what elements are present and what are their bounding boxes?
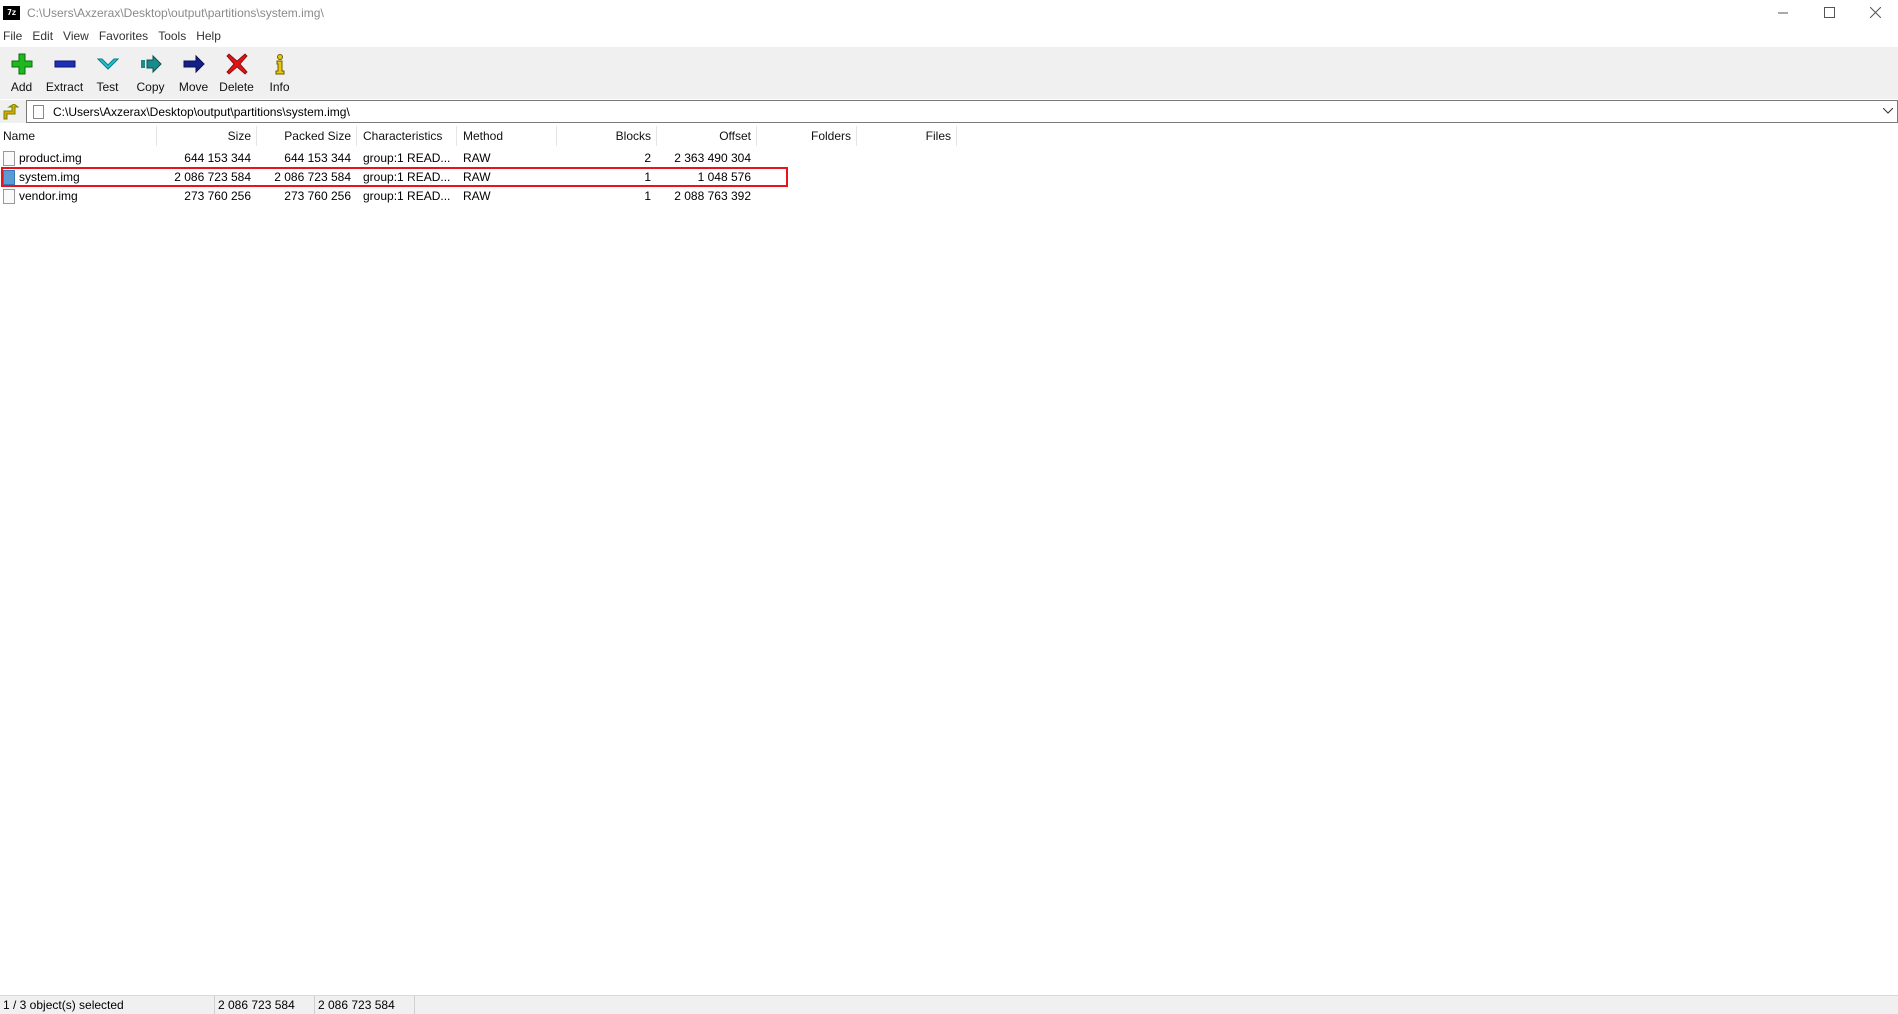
file-name: system.img (19, 170, 80, 184)
toolbar: Add Extract Test Copy Move Delete Info (0, 47, 1898, 99)
window-controls (1760, 0, 1898, 25)
minimize-icon (1777, 12, 1788, 14)
folder-up-button[interactable] (1, 102, 21, 121)
column-header-characteristics[interactable]: Characteristics (357, 126, 457, 146)
close-icon (1869, 7, 1881, 18)
address-bar: C:\Users\Axzerax\Desktop\output\partitio… (0, 100, 1898, 123)
file-method: RAW (463, 170, 491, 184)
file-icon (3, 151, 15, 166)
file-size: 273 760 256 (184, 189, 251, 203)
file-size: 2 086 723 584 (174, 170, 251, 184)
delete-label: Delete (219, 80, 254, 94)
app-logo-icon: 7z (3, 5, 20, 20)
file-characteristics: group:1 READ... (363, 189, 451, 203)
copy-label: Copy (136, 80, 165, 94)
extract-icon (52, 51, 78, 77)
delete-button[interactable]: Delete (215, 47, 258, 97)
test-label: Test (96, 80, 119, 94)
table-row[interactable]: system.img 2 086 723 584 2 086 723 584 g… (0, 168, 960, 187)
document-icon (33, 104, 44, 119)
close-button[interactable] (1852, 0, 1898, 25)
status-selection: 1 / 3 object(s) selected (0, 996, 215, 1014)
title-bar: 7z C:\Users\Axzerax\Desktop\output\parti… (0, 0, 1898, 25)
file-characteristics: group:1 READ... (363, 151, 451, 165)
column-header-folders[interactable]: Folders (757, 126, 857, 146)
address-path: C:\Users\Axzerax\Desktop\output\partitio… (53, 104, 350, 119)
file-name: product.img (19, 151, 82, 165)
file-offset: 2 088 763 392 (674, 189, 751, 203)
file-list: product.img 644 153 344 644 153 344 grou… (0, 149, 960, 206)
column-header-method[interactable]: Method (457, 126, 557, 146)
file-packed-size: 273 760 256 (284, 189, 351, 203)
column-header-blocks[interactable]: Blocks (557, 126, 657, 146)
move-icon (181, 51, 207, 77)
menu-edit[interactable]: Edit (27, 26, 58, 46)
menu-tools[interactable]: Tools (153, 26, 191, 46)
column-headers: Name Size Packed Size Characteristics Me… (0, 126, 960, 146)
column-header-size[interactable]: Size (157, 126, 257, 146)
move-button[interactable]: Move (172, 47, 215, 97)
file-blocks: 1 (644, 170, 651, 184)
file-blocks: 1 (644, 189, 651, 203)
chevron-down-icon (1883, 108, 1893, 114)
status-bar: 1 / 3 object(s) selected 2 086 723 584 2… (0, 995, 1898, 1014)
copy-icon (138, 51, 164, 77)
file-method: RAW (463, 151, 491, 165)
info-icon (267, 51, 293, 77)
file-offset: 1 048 576 (697, 170, 751, 184)
file-icon (3, 170, 15, 185)
file-icon (3, 189, 15, 204)
file-packed-size: 644 153 344 (284, 151, 351, 165)
file-offset: 2 363 490 304 (674, 151, 751, 165)
file-blocks: 2 (644, 151, 651, 165)
delete-icon (224, 51, 250, 77)
window-title: C:\Users\Axzerax\Desktop\output\partitio… (27, 5, 324, 20)
status-packed-size: 2 086 723 584 (315, 996, 415, 1014)
folder-up-icon (3, 103, 19, 119)
file-name: vendor.img (19, 189, 78, 203)
extract-button[interactable]: Extract (43, 47, 86, 97)
menu-file[interactable]: File (0, 26, 27, 46)
maximize-button[interactable] (1806, 0, 1852, 25)
table-row[interactable]: vendor.img 273 760 256 273 760 256 group… (0, 187, 960, 206)
column-header-packed-size[interactable]: Packed Size (257, 126, 357, 146)
add-button[interactable]: Add (0, 47, 43, 97)
info-label: Info (269, 80, 290, 94)
test-icon (95, 51, 121, 77)
column-header-name[interactable]: Name (0, 126, 157, 146)
extract-label: Extract (45, 80, 84, 94)
column-header-offset[interactable]: Offset (657, 126, 757, 146)
move-label: Move (178, 80, 209, 94)
file-method: RAW (463, 189, 491, 203)
address-field[interactable]: C:\Users\Axzerax\Desktop\output\partitio… (26, 100, 1898, 123)
test-button[interactable]: Test (86, 47, 129, 97)
add-icon (9, 51, 35, 77)
status-size: 2 086 723 584 (215, 996, 315, 1014)
menu-help[interactable]: Help (191, 26, 226, 46)
minimize-button[interactable] (1760, 0, 1806, 25)
copy-button[interactable]: Copy (129, 47, 172, 97)
menu-favorites[interactable]: Favorites (94, 26, 153, 46)
maximize-icon (1823, 7, 1835, 18)
add-label: Add (10, 80, 33, 94)
table-row[interactable]: product.img 644 153 344 644 153 344 grou… (0, 149, 960, 168)
info-button[interactable]: Info (258, 47, 301, 97)
menu-view[interactable]: View (58, 26, 94, 46)
menu-bar: File Edit View Favorites Tools Help (0, 26, 226, 46)
address-dropdown-button[interactable] (1881, 104, 1895, 118)
file-packed-size: 2 086 723 584 (274, 170, 351, 184)
file-characteristics: group:1 READ... (363, 170, 451, 184)
column-header-files[interactable]: Files (857, 126, 957, 146)
file-size: 644 153 344 (184, 151, 251, 165)
